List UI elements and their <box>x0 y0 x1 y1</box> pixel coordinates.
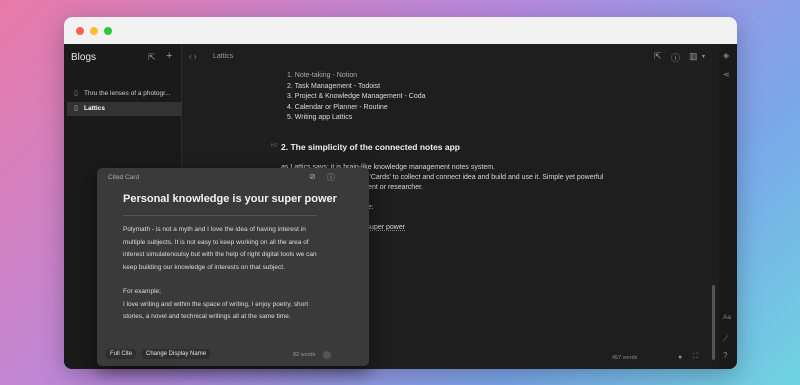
card-label: Cited Card <box>108 174 140 181</box>
card-paragraph: Polymath - is not a myth and I love the … <box>123 226 317 271</box>
fullscreen-icon[interactable]: ⛶ <box>693 353 698 361</box>
numbered-list: 1. Note-taking - Notion 2. Task Manageme… <box>287 71 426 124</box>
card-status-icon <box>323 351 331 359</box>
document-icon: ▯ <box>74 105 78 112</box>
right-rail: ◈ ⋖ Aa ⟋ ? ▭ <box>719 44 737 369</box>
list-item: 3. Project & Knowledge Management - Coda <box>287 93 426 100</box>
status-word-count: 457 words <box>612 355 638 361</box>
help-icon[interactable]: ? <box>723 351 727 360</box>
card-footer: Full Cite Change Display Name 82 words <box>97 346 369 366</box>
scrollbar[interactable] <box>712 285 715 360</box>
sidebar-item-photography[interactable]: ▯ Thru the lenses of a photogr... <box>67 87 182 101</box>
close-window-button[interactable] <box>76 27 84 35</box>
change-display-name-button[interactable]: Change Display Name <box>142 349 211 359</box>
document-icon: ▯ <box>74 90 78 97</box>
card-word-count: 82 words <box>293 352 316 358</box>
card-body: Polymath - is not a myth and I love the … <box>123 224 323 336</box>
card-paragraph: I love writing and within the space of w… <box>123 300 309 321</box>
sidebar-item-label: Thru the lenses of a photogr... <box>84 90 171 97</box>
list-item: 4. Calendar or Planner - Routine <box>287 103 388 111</box>
card-paragraph: For example; <box>123 288 161 295</box>
open-external-icon[interactable]: ⇱ <box>654 51 662 62</box>
divider <box>123 215 317 216</box>
list-item: 2. Task Management - Todoist <box>287 82 381 90</box>
chat-icon[interactable]: ▭ <box>723 367 731 369</box>
heading-marker: H2 <box>271 143 278 149</box>
title-bar <box>64 17 737 44</box>
section-heading: 2. The simplicity of the connected notes… <box>281 142 461 152</box>
open-external-icon[interactable]: ⇱ <box>148 52 156 63</box>
minimize-window-button[interactable] <box>90 27 98 35</box>
chevron-down-icon[interactable]: ▾ <box>702 53 705 60</box>
list-item: 1. Note-taking - Notion <box>287 72 358 79</box>
sidebar-item-lattics[interactable]: ▯ Lattics <box>67 102 182 116</box>
card-title: Personal knowledge is your super power <box>123 193 337 205</box>
info-icon[interactable]: ⓘ <box>327 172 335 183</box>
zoom-window-button[interactable] <box>104 27 112 35</box>
add-icon[interactable]: + <box>166 50 172 62</box>
layers-icon[interactable]: ◈ <box>723 51 729 60</box>
full-cite-button[interactable]: Full Cite <box>106 349 137 359</box>
split-view-icon[interactable]: ▥ <box>689 51 698 62</box>
sidebar-item-label: Lattics <box>84 105 105 112</box>
unlink-icon[interactable]: ⊘ <box>309 172 316 181</box>
cited-card-popover: Cited Card ⊘ ⓘ Personal knowledge is you… <box>97 168 369 366</box>
nav-arrows[interactable]: ‹ › <box>189 52 197 61</box>
sync-status-icon[interactable]: ● <box>678 354 682 361</box>
font-size-icon[interactable]: Aa <box>723 314 731 321</box>
chart-icon[interactable]: ⟋ <box>723 334 729 344</box>
info-icon[interactable]: ⓘ <box>671 51 680 64</box>
breadcrumb[interactable]: Lattics <box>213 53 233 60</box>
list-item: 5. Writing app Lattics <box>287 114 353 121</box>
sidebar-title: Blogs <box>71 52 97 63</box>
share-graph-icon[interactable]: ⋖ <box>723 70 730 79</box>
